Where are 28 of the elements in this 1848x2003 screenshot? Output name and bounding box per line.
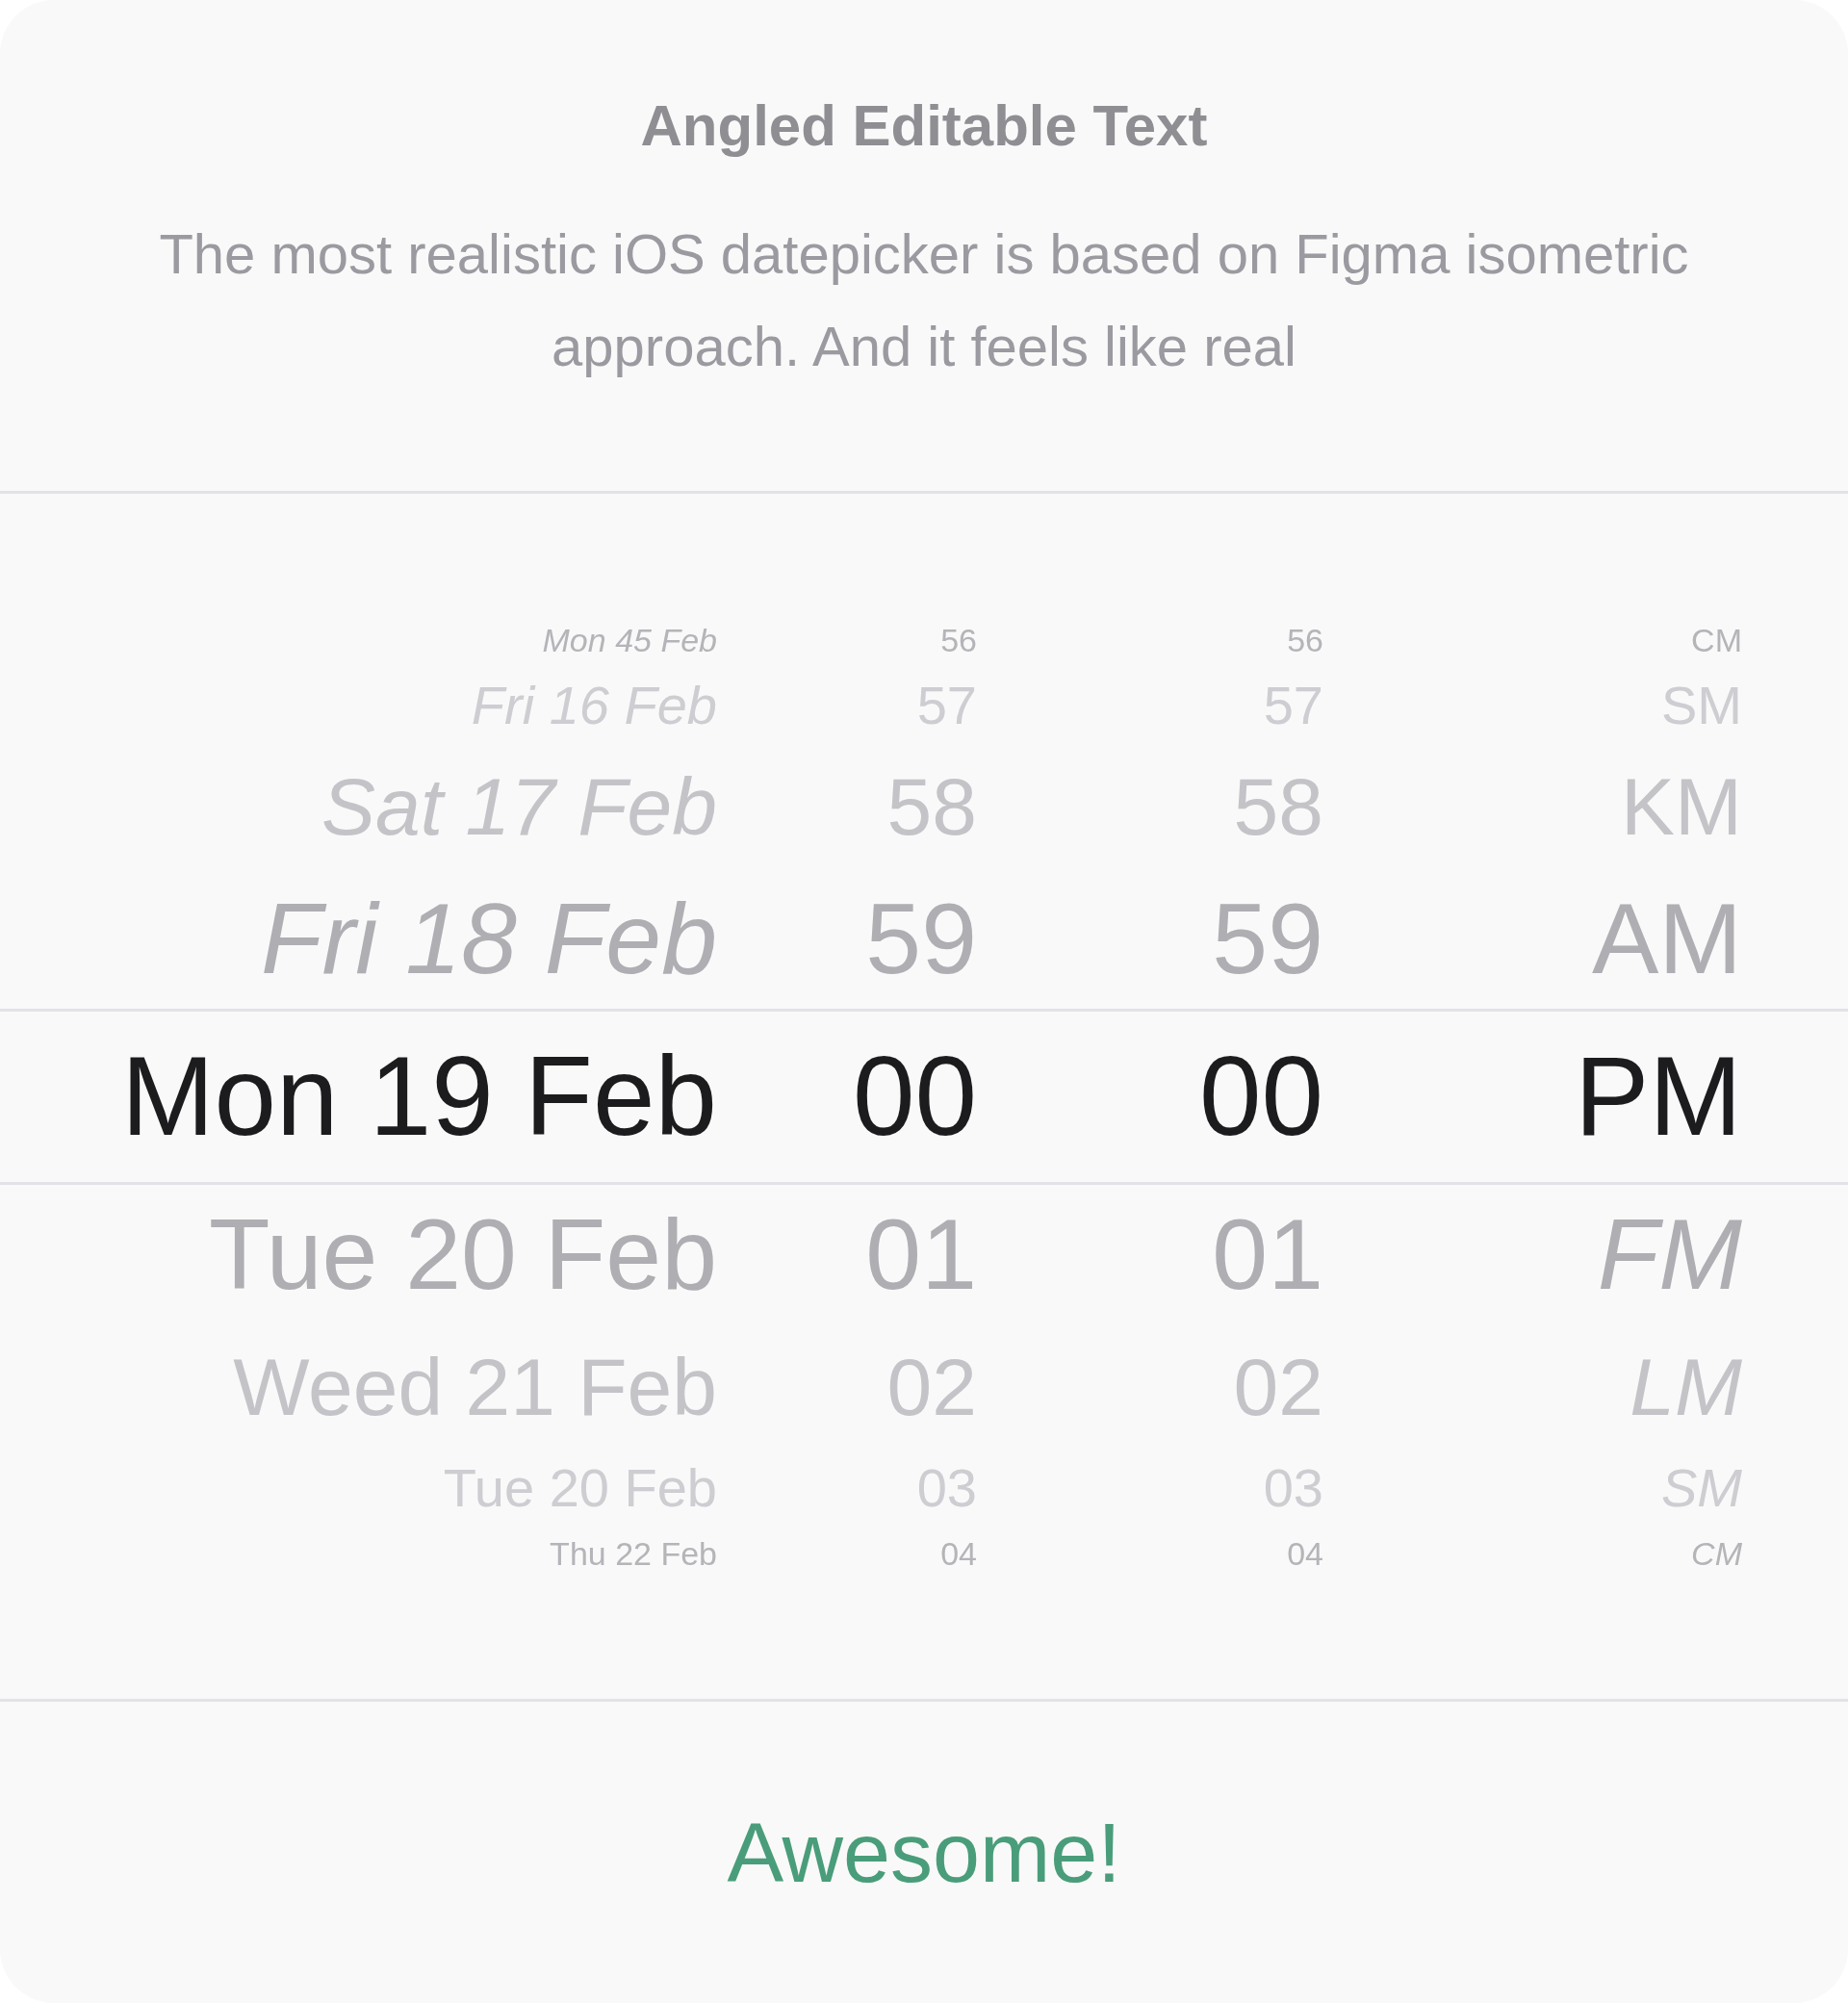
period-value: CM	[1690, 1536, 1742, 1570]
picker-row[interactable]: Tue 20 Feb 01 01 FM	[0, 1184, 1848, 1324]
picker-row[interactable]: Fri 18 Feb 59 59 AM	[0, 868, 1848, 1009]
picker-row[interactable]: Mon 45 Feb 56 56 CM	[0, 612, 1848, 667]
minute-value: 01	[1211, 1204, 1323, 1304]
dialog-title: Angled Editable Text	[640, 92, 1208, 160]
period-value: FM	[1596, 1204, 1742, 1304]
period-value: CM	[1690, 623, 1742, 656]
date-value: Mon 45 Feb	[541, 623, 717, 656]
dialog-description: The most realistic iOS datepicker is based on Figma isometric approach. And it feels like real	[158, 221, 1690, 379]
hour-value: 00	[851, 1040, 977, 1152]
period-value: PM	[1574, 1040, 1742, 1152]
minute-value: 04	[1286, 1536, 1323, 1570]
minute-value: 56	[1286, 623, 1323, 656]
date-value: Mon 19 Feb	[119, 1040, 717, 1152]
period-value: AM	[1591, 888, 1742, 989]
minute-value: 59	[1211, 888, 1323, 989]
minute-value: 00	[1197, 1040, 1323, 1152]
awesome-button[interactable]: Awesome!	[696, 1773, 1152, 1932]
picker-row[interactable]: Thu 22 Feb 04 04 CM	[0, 1526, 1848, 1580]
hour-value: 56	[939, 623, 977, 656]
hour-value: 01	[864, 1204, 977, 1304]
hour-value: 59	[864, 888, 977, 989]
date-value: Thu 22 Feb	[549, 1536, 717, 1570]
date-value: Tue 20 Feb	[207, 1204, 717, 1304]
selected-row[interactable]: Mon 19 Feb 00 00 PM	[0, 1008, 1848, 1185]
date-value: Fri 18 Feb	[260, 888, 717, 989]
hour-value: 04	[939, 1536, 977, 1570]
